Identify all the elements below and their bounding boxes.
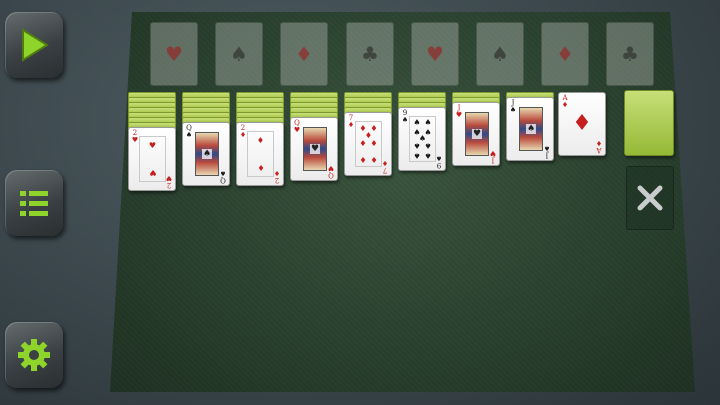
pip: ♦ bbox=[370, 155, 378, 165]
tableau-card[interactable]: 2 ♥ 2 ♥ ♥ ♥ bbox=[128, 127, 176, 191]
card-corner-index: Q ♥ bbox=[293, 119, 301, 134]
card-corner-index: J ♠ bbox=[509, 99, 517, 114]
pip: ♠ bbox=[413, 151, 421, 161]
foundation-slot[interactable]: ♠ bbox=[215, 22, 263, 86]
suit-icon: ♠ bbox=[491, 42, 509, 66]
suit-icon: ♦ bbox=[556, 42, 574, 66]
card-corner-index: 9 ♠ bbox=[435, 154, 443, 169]
tableau-card[interactable]: A ♦ A ♦ ♦ bbox=[558, 92, 606, 156]
ace-pip: ♦ bbox=[572, 111, 592, 136]
suit-icon: ♣ bbox=[621, 42, 639, 66]
card-corner-index: 2 ♦ bbox=[239, 124, 247, 139]
pip: ♠ bbox=[424, 117, 432, 127]
card-corner-index: J ♠ bbox=[543, 144, 551, 159]
pip: ♦ bbox=[359, 139, 367, 148]
pip-area: ♥ ♥ bbox=[139, 136, 166, 182]
card-corner-index: 2 ♥ bbox=[131, 129, 139, 144]
tableau-card[interactable]: 9 ♠ 9 ♠ ♠ ♠ ♠ ♠ ♠ ♠ ♠ ♠ ♠ bbox=[398, 107, 446, 171]
pip: ♠ bbox=[413, 117, 421, 127]
sidebar bbox=[0, 0, 80, 405]
foundation-slot[interactable]: ♥ bbox=[411, 22, 459, 86]
settings-button[interactable] bbox=[5, 322, 63, 388]
stock-pile[interactable] bbox=[624, 90, 674, 156]
tableau-card[interactable]: J ♥ J ♥ ♥ bbox=[452, 102, 500, 166]
tableau-card[interactable]: J ♠ J ♠ ♠ bbox=[506, 97, 554, 161]
foundation-slot[interactable]: ♣ bbox=[606, 22, 654, 86]
suit-icon: ♦ bbox=[295, 42, 313, 66]
foundation-slot[interactable]: ♣ bbox=[346, 22, 394, 86]
pip-area: ♠ ♠ ♠ ♠ ♠ ♠ ♠ ♠ ♠ bbox=[409, 116, 436, 162]
card-corner-index: J ♥ bbox=[455, 104, 463, 119]
tableau-card[interactable]: 2 ♦ 2 ♦ ♦ ♦ bbox=[236, 122, 284, 186]
card-corner-index: Q ♠ bbox=[185, 124, 193, 139]
card-corner-index: J ♥ bbox=[489, 149, 497, 164]
pip: ♥ bbox=[148, 168, 157, 178]
card-corner-index: 7 ♦ bbox=[381, 159, 389, 174]
tableau-card[interactable]: 7 ♦ 7 ♦ ♦ ♦ ♦ ♦ ♦ ♦ ♦ bbox=[344, 112, 392, 176]
pip: ♦ bbox=[256, 163, 265, 173]
card-corner-index: 2 ♦ bbox=[273, 169, 281, 184]
foundation-slot[interactable]: ♦ bbox=[541, 22, 589, 86]
pip: ♦ bbox=[256, 135, 265, 145]
foundation-slot[interactable]: ♠ bbox=[476, 22, 524, 86]
card-corner-index: 7 ♦ bbox=[347, 114, 355, 129]
card-corner-index: 9 ♠ bbox=[401, 109, 409, 124]
play-button[interactable] bbox=[5, 12, 63, 78]
play-icon bbox=[22, 28, 49, 62]
pip: ♦ bbox=[370, 139, 378, 148]
suit-icon: ♠ bbox=[230, 42, 248, 66]
tableau-card[interactable]: Q ♠ Q ♠ ♠ bbox=[182, 122, 230, 186]
foundation-slot[interactable]: ♥ bbox=[150, 22, 198, 86]
pip-area: ♦ ♦ ♦ ♦ ♦ ♦ ♦ bbox=[355, 121, 382, 167]
pip: ♥ bbox=[148, 140, 157, 150]
card-corner-index: A ♦ bbox=[595, 139, 603, 154]
pip: ♠ bbox=[413, 140, 421, 150]
suit-icon: ♥ bbox=[165, 42, 183, 66]
court-figure: ♥ bbox=[465, 112, 489, 156]
pip: ♠ bbox=[424, 151, 432, 161]
tableau-card[interactable]: Q ♥ Q ♥ ♥ bbox=[290, 117, 338, 181]
court-figure: ♥ bbox=[303, 127, 327, 171]
court-figure: ♠ bbox=[519, 107, 543, 151]
suit-icon: ♣ bbox=[361, 42, 379, 66]
menu-icon bbox=[20, 191, 48, 216]
court-figure: ♠ bbox=[195, 132, 219, 176]
redeal-slot[interactable] bbox=[626, 166, 674, 230]
card-corner-index: 2 ♥ bbox=[165, 174, 173, 189]
card-corner-index: Q ♥ bbox=[327, 164, 335, 179]
pip: ♦ bbox=[359, 155, 367, 165]
gear-icon bbox=[18, 339, 50, 371]
pip: ♠ bbox=[424, 140, 432, 150]
pip-area: ♦ ♦ bbox=[247, 131, 274, 177]
close-icon bbox=[637, 185, 663, 211]
foundation-slot[interactable]: ♦ bbox=[280, 22, 328, 86]
menu-button[interactable] bbox=[5, 170, 63, 236]
card-corner-index: A ♦ bbox=[561, 94, 569, 109]
card-corner-index: Q ♠ bbox=[219, 169, 227, 184]
suit-icon: ♥ bbox=[426, 42, 444, 66]
